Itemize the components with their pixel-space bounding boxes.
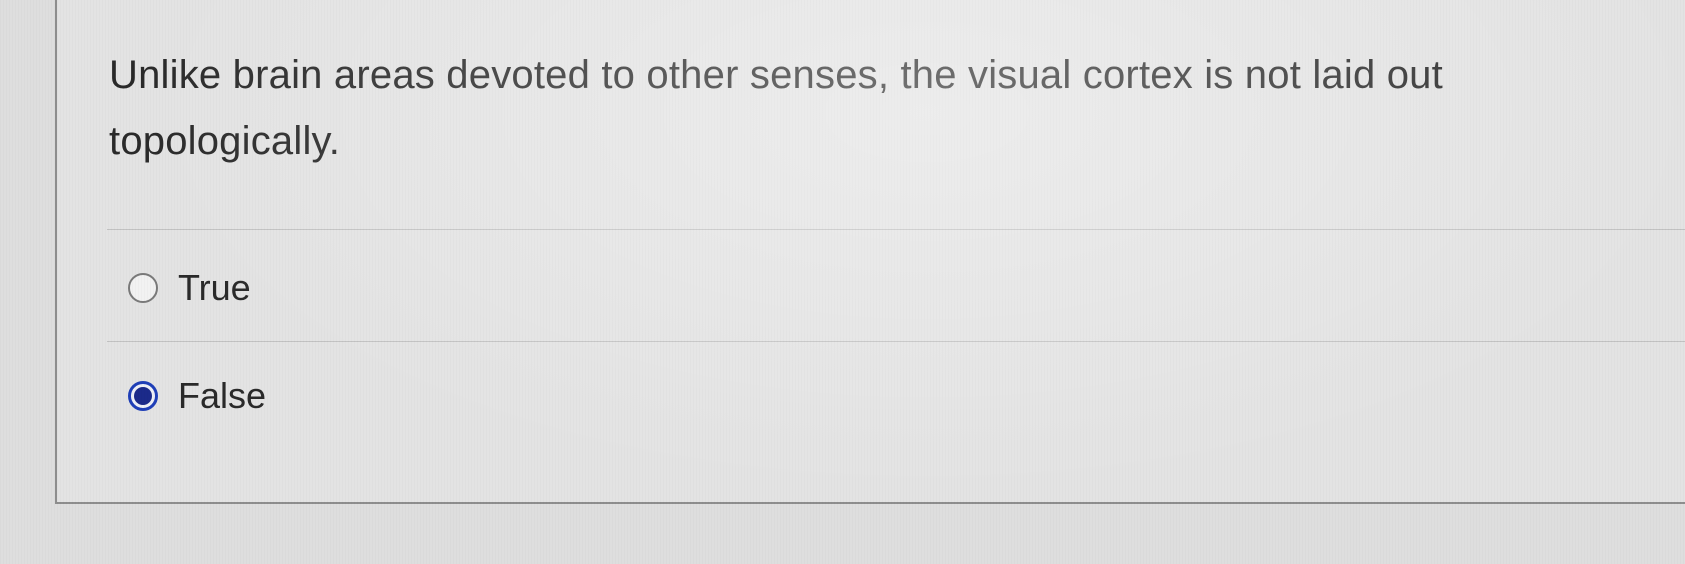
option-false[interactable]: False <box>128 376 266 416</box>
question-text: Unlike brain areas devoted to other sens… <box>109 53 1443 163</box>
radio-true[interactable] <box>128 273 158 303</box>
divider <box>107 229 1685 230</box>
divider <box>107 341 1685 342</box>
option-label-false: False <box>178 375 267 416</box>
question-card: Unlike brain areas devoted to other sens… <box>55 0 1685 504</box>
radio-selected-dot <box>134 387 152 405</box>
radio-false-selected[interactable] <box>128 381 158 411</box>
option-label-true: True <box>178 267 251 308</box>
option-true[interactable]: True <box>128 268 251 308</box>
